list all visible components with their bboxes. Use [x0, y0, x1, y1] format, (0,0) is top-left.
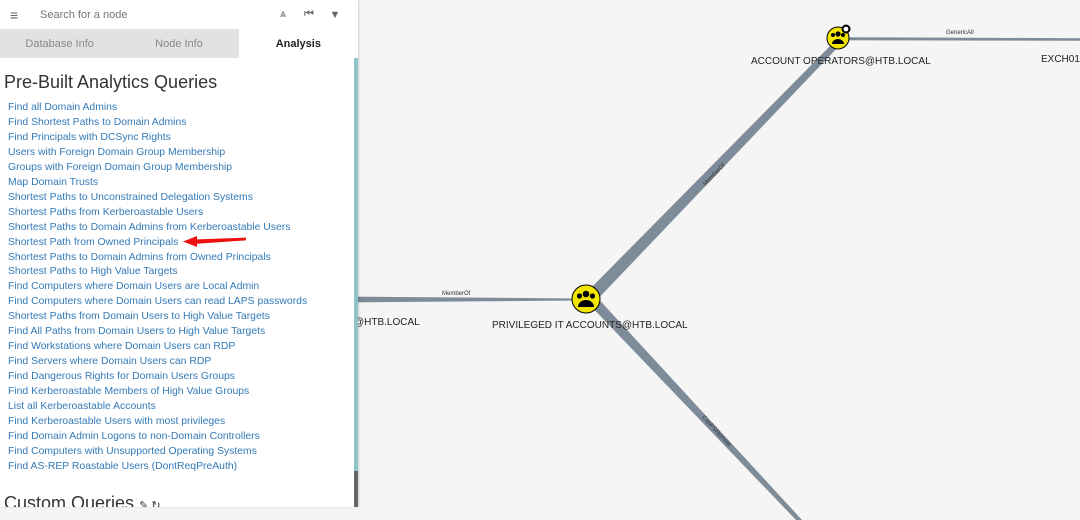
node-label-account-operators: ACCOUNT OPERATORS@HTB.LOCAL: [751, 56, 931, 67]
query-link[interactable]: Shortest Paths from Kerberoastable Users: [0, 206, 354, 221]
analysis-content[interactable]: Pre-Built Analytics Queries Find all Dom…: [0, 58, 354, 507]
edge-generic-all[interactable]: [840, 37, 1080, 41]
node-label-left-partial: @HTB.LOCAL: [354, 317, 420, 328]
node-account-operators[interactable]: [826, 24, 851, 50]
query-link[interactable]: Find all Domain Admins: [0, 101, 354, 116]
node-privileged-it-accounts[interactable]: [571, 284, 601, 314]
sidebar-panel: ≡ ⩓ ⏮ ▼ Database Info Node Info Analysis…: [0, 0, 358, 507]
search-bar: ≡ ⩓ ⏮ ▼: [0, 0, 358, 29]
edge-member-of-left[interactable]: [340, 296, 580, 303]
query-link[interactable]: Find Kerberoastable Users with most priv…: [0, 415, 354, 430]
query-link[interactable]: Users with Foreign Domain Group Membersh…: [0, 146, 354, 161]
edge-label-member-of-left: MemberOf: [442, 291, 471, 297]
node-label-privileged-it-accounts: PRIVILEGED IT ACCOUNTS@HTB.LOCAL: [492, 320, 688, 331]
query-link-owned-principals[interactable]: Shortest Path from Owned Principals: [0, 236, 354, 251]
node-label-exch01-partial: EXCH01: [1041, 54, 1080, 65]
query-link[interactable]: Find Dangerous Rights for Domain Users G…: [0, 370, 354, 385]
custom-queries-label: Custom Queries: [4, 492, 135, 507]
high-value-badge-icon: [841, 24, 851, 34]
menu-icon[interactable]: ≡: [10, 7, 28, 23]
query-link[interactable]: Groups with Foreign Domain Group Members…: [0, 161, 354, 176]
back-icon[interactable]: ⏮: [296, 8, 322, 21]
query-link[interactable]: Shortest Paths to Unconstrained Delegati…: [0, 191, 354, 206]
query-link[interactable]: Find AS-REP Roastable Users (DontReqPreA…: [0, 460, 354, 475]
edge-label-generic-all: GenericAll: [946, 30, 974, 36]
tab-database-info[interactable]: Database Info: [0, 29, 120, 58]
query-link[interactable]: Shortest Paths to High Value Targets: [0, 265, 354, 280]
tab-node-info[interactable]: Node Info: [119, 29, 239, 58]
filter-icon[interactable]: ▼: [322, 9, 348, 21]
edit-refresh-icon[interactable]: ✎ ↻: [139, 500, 161, 507]
tab-bar: Database Info Node Info Analysis: [0, 29, 358, 58]
query-link[interactable]: Find Domain Admin Logons to non-Domain C…: [0, 430, 354, 445]
query-list: Find all Domain Admins Find Shortest Pat…: [0, 101, 354, 475]
query-link[interactable]: List all Kerberoastable Accounts: [0, 400, 354, 415]
query-link[interactable]: Find Computers where Domain Users are Lo…: [0, 280, 354, 295]
query-link[interactable]: Find Servers where Domain Users can RDP: [0, 355, 354, 370]
query-link[interactable]: Find Shortest Paths to Domain Admins: [0, 116, 354, 131]
pathfinding-icon[interactable]: ⩓: [270, 8, 296, 21]
edge-member-of-upper[interactable]: [583, 40, 840, 304]
query-link[interactable]: Find Computers with Unsupported Operatin…: [0, 445, 354, 460]
tab-analysis[interactable]: Analysis: [238, 29, 358, 58]
query-link[interactable]: Shortest Paths from Domain Users to High…: [0, 310, 354, 325]
custom-queries-title: Custom Queries ✎ ↻: [4, 493, 354, 507]
query-link[interactable]: Find Kerberoastable Members of High Valu…: [0, 385, 354, 400]
query-link[interactable]: Shortest Paths to Domain Admins from Own…: [0, 251, 354, 266]
query-link[interactable]: Find Computers where Domain Users can re…: [0, 295, 354, 310]
query-link[interactable]: Find All Paths from Domain Users to High…: [0, 325, 354, 340]
scrollbar[interactable]: [354, 58, 358, 507]
search-input[interactable]: [40, 8, 270, 21]
query-link[interactable]: Shortest Paths to Domain Admins from Ker…: [0, 221, 354, 236]
scrollbar-thumb[interactable]: [354, 471, 358, 507]
edge-label-can-ps-remote: CanPSRemote: [700, 415, 732, 449]
query-link[interactable]: Find Workstations where Domain Users can…: [0, 340, 354, 355]
prebuilt-queries-title: Pre-Built Analytics Queries: [4, 72, 218, 92]
query-link[interactable]: Find Principals with DCSync Rights: [0, 131, 354, 146]
query-link[interactable]: Map Domain Trusts: [0, 176, 354, 191]
